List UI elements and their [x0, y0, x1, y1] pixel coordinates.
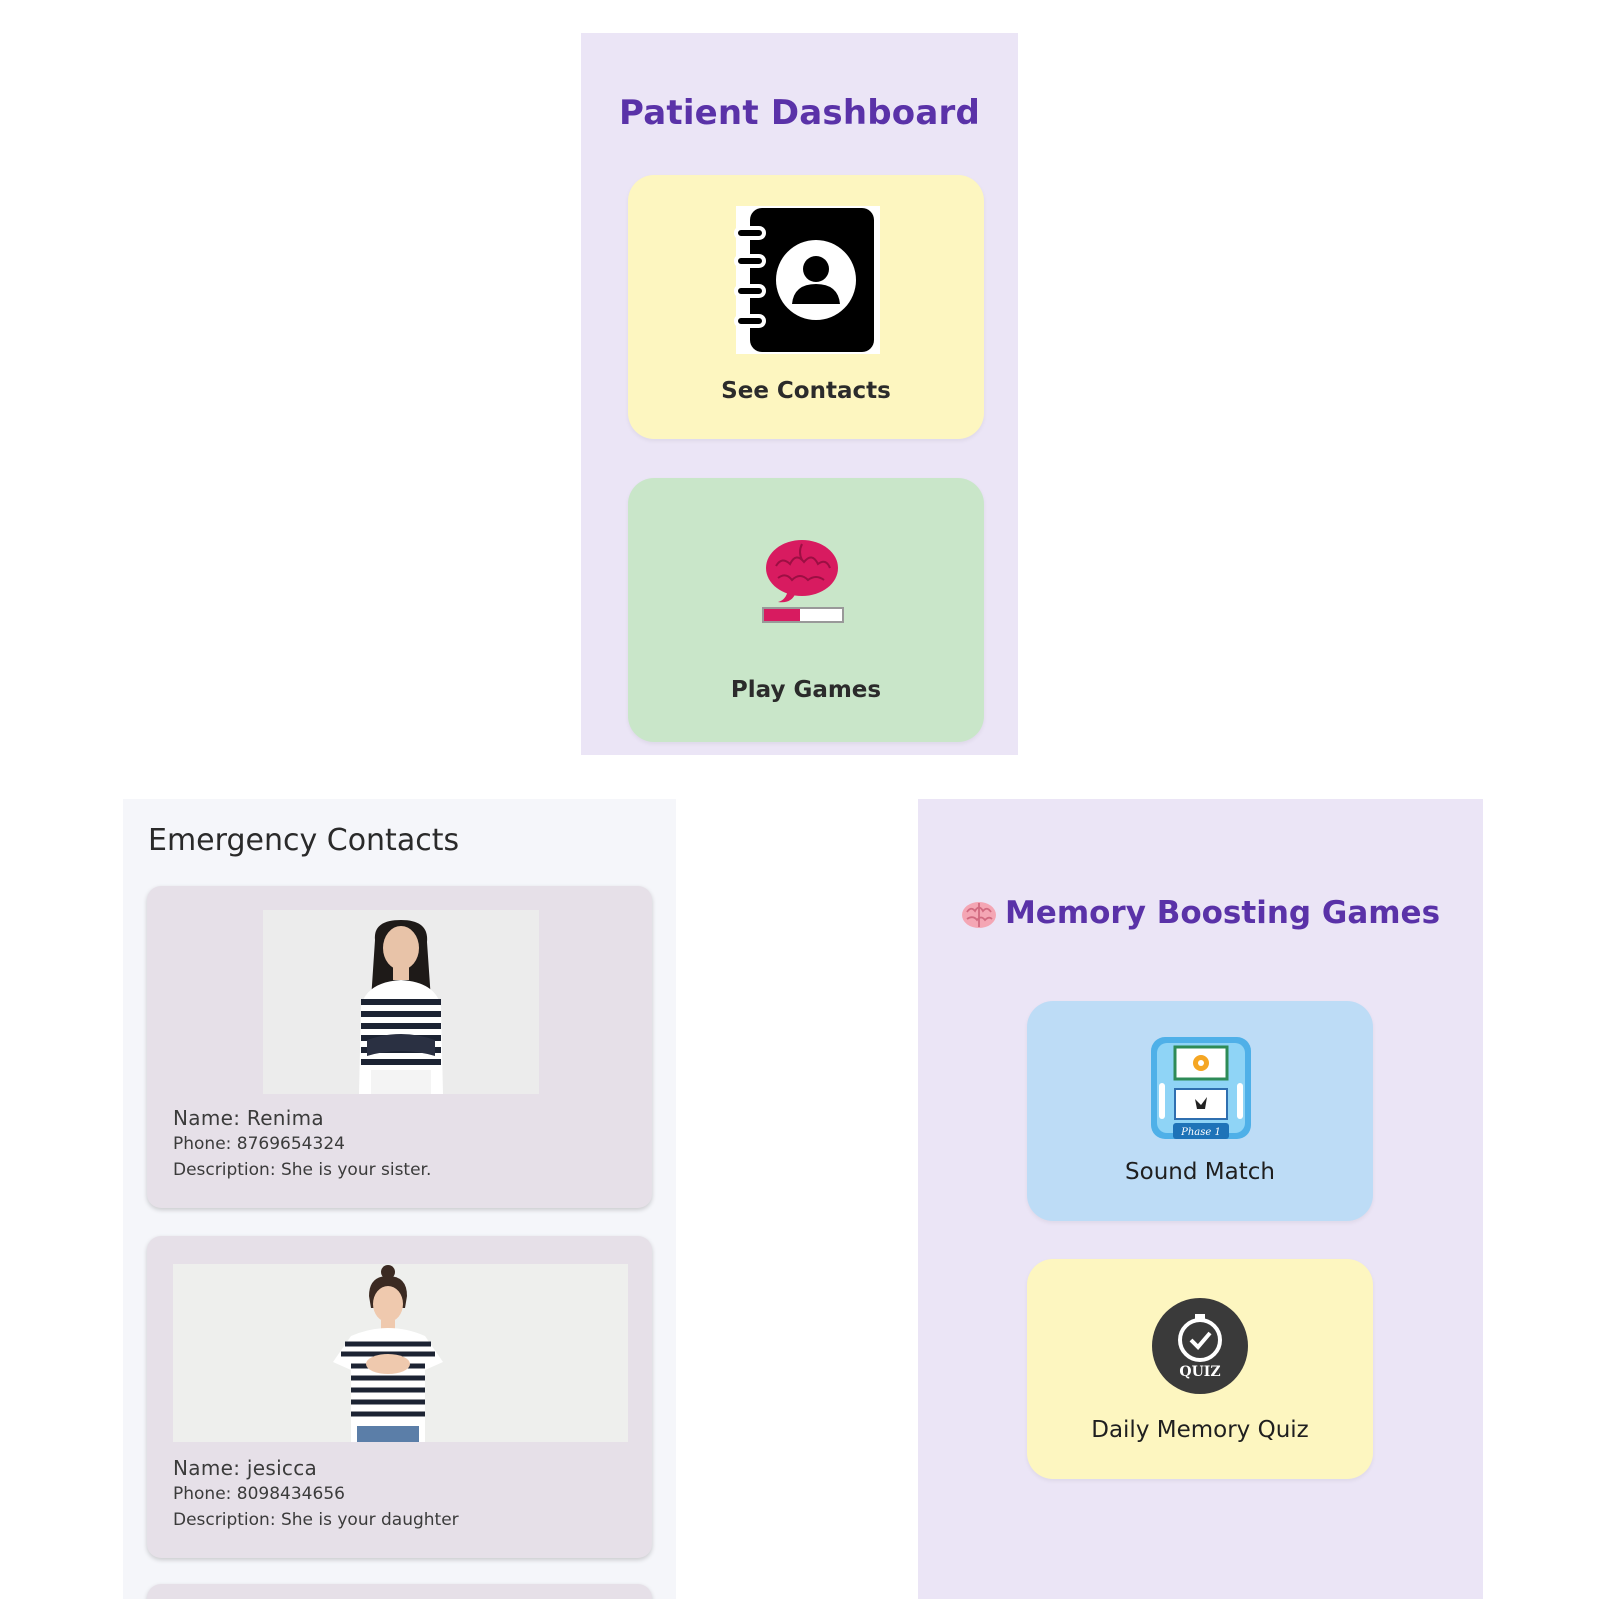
contact-photo: [173, 1264, 628, 1442]
contact-description: Description: She is your daughter: [173, 1510, 459, 1530]
patient-dashboard-screen: Patient Dashboard See Contacts Play Game…: [581, 33, 1018, 755]
sound-match-icon: Phase 1: [1149, 1035, 1253, 1146]
see-contacts-label: See Contacts: [721, 378, 891, 404]
contact-card[interactable]: Name: jesicca Phone: 8098434656 Descript…: [147, 1236, 652, 1558]
page-title: Patient Dashboard: [619, 93, 980, 133]
brain-progress-icon: [762, 538, 846, 633]
sound-match-button[interactable]: Phase 1 Sound Match: [1027, 1001, 1373, 1221]
play-games-button[interactable]: Play Games: [628, 478, 984, 742]
quiz-icon-caption: QUIZ: [1179, 1364, 1220, 1380]
daily-memory-quiz-label: Daily Memory Quiz: [1091, 1417, 1309, 1443]
daily-memory-quiz-button[interactable]: QUIZ Daily Memory Quiz: [1027, 1259, 1373, 1479]
contact-photo: [263, 910, 539, 1094]
contact-description: Description: She is your sister.: [173, 1160, 432, 1180]
contact-name: Name: Renima: [173, 1106, 324, 1130]
quiz-stopwatch-icon: QUIZ: [1150, 1296, 1250, 1401]
page-title-row: Memory Boosting Games: [918, 895, 1483, 931]
play-games-label: Play Games: [730, 677, 882, 703]
contact-name: Name: jesicca: [173, 1456, 318, 1480]
sound-match-label: Sound Match: [1125, 1159, 1275, 1185]
contact-card[interactable]: [147, 1584, 652, 1599]
contact-phone: Phone: 8769654324: [173, 1134, 345, 1154]
page-title: Emergency Contacts: [148, 823, 460, 858]
memory-games-screen: Memory Boosting Games Phase 1 Sound Matc…: [918, 799, 1483, 1599]
contact-card[interactable]: Name: Renima Phone: 8769654324 Descripti…: [147, 886, 652, 1208]
brain-icon: [961, 895, 1005, 931]
page-title: Memory Boosting Games: [1004, 895, 1441, 931]
see-contacts-button[interactable]: See Contacts: [628, 175, 984, 439]
contact-phone: Phone: 8098434656: [173, 1484, 345, 1504]
emergency-contacts-screen: Emergency Contacts Name: Renima Phone: 8…: [123, 799, 676, 1599]
contact-book-icon: [732, 206, 880, 359]
sound-match-icon-caption: Phase 1: [1180, 1127, 1221, 1138]
